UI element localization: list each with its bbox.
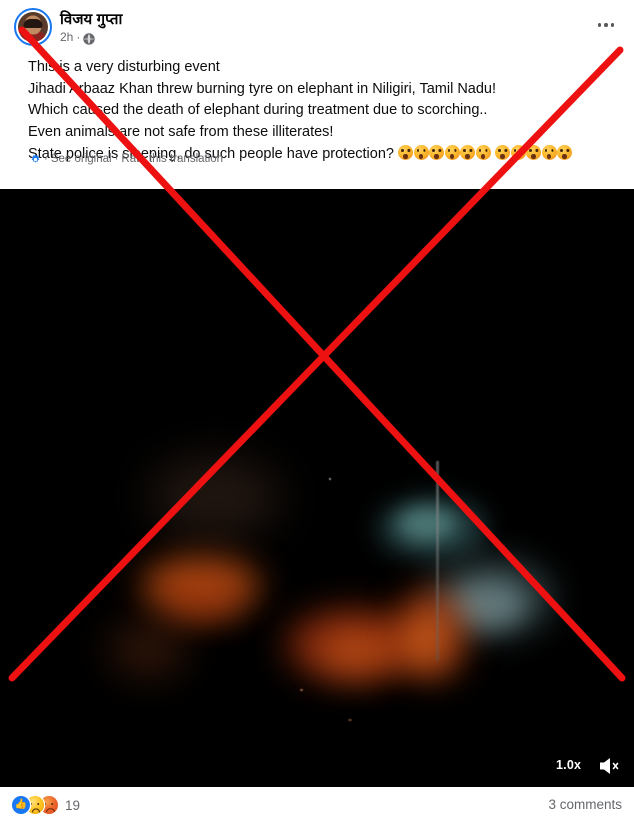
- shocked-face-emoji: [510, 145, 526, 160]
- post-line: Which caused the death of elephant durin…: [28, 102, 488, 118]
- reaction-count[interactable]: 19: [65, 798, 80, 813]
- video-scene-spark: [300, 689, 303, 691]
- video-speed-label[interactable]: 1.0x: [556, 758, 581, 772]
- ellipsis-dot-3: [610, 23, 615, 27]
- translation-separator: ·: [44, 153, 48, 165]
- post-timestamp[interactable]: 2h: [60, 30, 73, 44]
- post-video-player[interactable]: [0, 189, 634, 787]
- video-scene-glow: [108, 619, 188, 679]
- video-scene-glow: [158, 581, 242, 621]
- post-footer: 👍 19 3 comments: [0, 787, 634, 826]
- video-scene-glow: [318, 629, 398, 675]
- translation-separator: ·: [114, 153, 119, 165]
- post-options-menu-button[interactable]: [592, 18, 620, 32]
- shocked-face-emoji-run: [398, 145, 573, 162]
- shocked-face-emoji: [413, 145, 429, 160]
- avatar-image: [18, 12, 48, 42]
- speaker-muted-icon[interactable]: [598, 755, 622, 777]
- post-meta: 2h ·: [60, 30, 96, 45]
- video-scene-spark: [348, 719, 352, 721]
- shocked-face-emoji: [557, 145, 572, 160]
- shocked-face-emoji: [475, 145, 491, 160]
- shocked-face-emoji: [398, 145, 413, 160]
- author-name[interactable]: विजय गुप्ता: [60, 9, 122, 29]
- video-scene-pole: [436, 461, 439, 661]
- avatar[interactable]: [14, 8, 52, 46]
- see-original-link[interactable]: See original: [51, 153, 112, 165]
- post-header: विजय गुप्ता 2h ·: [0, 0, 634, 50]
- shocked-face-emoji: [526, 145, 541, 160]
- shocked-face-emoji: [541, 145, 557, 160]
- thumb-up-glyph: 👍: [14, 799, 28, 810]
- gear-icon: [30, 153, 41, 165]
- avatar-hair-shape: [23, 18, 43, 28]
- ellipsis-dot-2: [604, 23, 608, 27]
- post-line: Even animals are not safe from these ill…: [28, 123, 334, 140]
- video-scene-spark: [329, 478, 331, 480]
- like-icon: 👍: [12, 796, 30, 814]
- comments-count[interactable]: 3 comments: [548, 797, 622, 812]
- shocked-face-emoji: [429, 145, 444, 160]
- reaction-summary[interactable]: 👍 19: [12, 796, 80, 814]
- shocked-face-emoji: [495, 145, 510, 160]
- video-scene-glow: [398, 507, 456, 541]
- translation-attribution-row: · See original · Rate this translation: [30, 153, 223, 165]
- post-message: This is a very disturbing event Jihadi A…: [28, 57, 613, 166]
- video-scene-glow: [150, 457, 280, 537]
- facebook-post-screenshot: विजय गुप्ता 2h · This is a very disturbi…: [0, 0, 634, 826]
- video-scene-glow: [404, 613, 448, 669]
- meta-separator: ·: [76, 30, 81, 44]
- globe-icon[interactable]: [83, 32, 96, 45]
- shocked-face-emoji: [460, 145, 475, 160]
- shocked-face-emoji: [444, 145, 460, 160]
- post-line: This is a very disturbing event: [28, 59, 220, 75]
- rate-translation-link[interactable]: Rate this translation: [121, 153, 223, 165]
- ellipsis-dot-1: [597, 23, 602, 27]
- post-line: Jihadi Arbaaz Khan threw burning tyre on…: [28, 80, 497, 97]
